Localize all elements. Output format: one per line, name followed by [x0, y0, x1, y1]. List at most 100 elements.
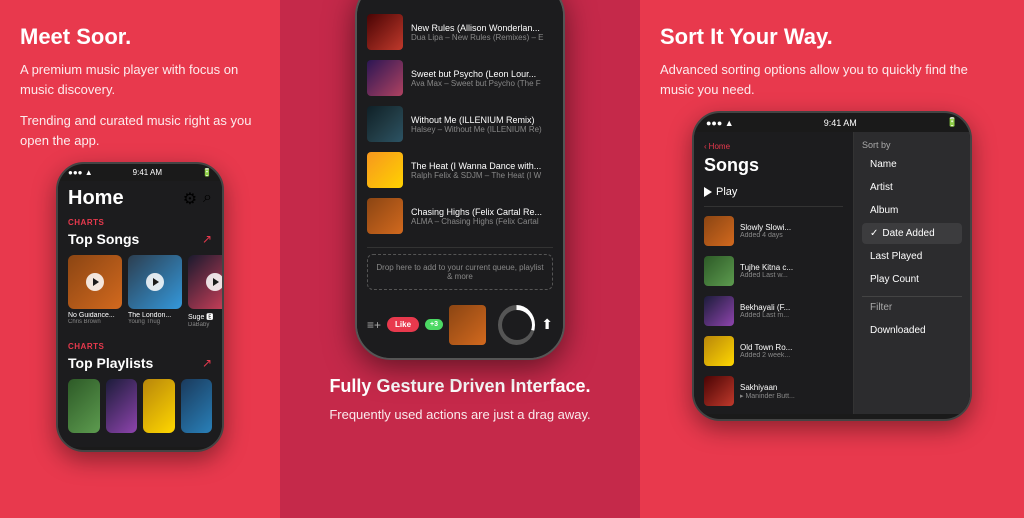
right-divider: [704, 206, 843, 207]
filter-label: Filter: [870, 302, 892, 313]
song-sub: Added Last m...: [740, 312, 843, 319]
gesture-headline: Fully Gesture Driven Interface.: [329, 376, 590, 397]
sort-option-name[interactable]: Name: [862, 154, 962, 175]
list-item[interactable]: Chasing Highs (Felix Cartal Re... ALMA –…: [357, 193, 563, 239]
song-name: The London...: [128, 312, 182, 319]
left-top-playlists-title: Top Playlists: [68, 355, 153, 371]
left-song-cards: No Guidance... Chris Brown The London...…: [58, 249, 222, 334]
sort-option-label: Name: [870, 159, 897, 170]
left-header-icons: ⚙ ⌕: [183, 189, 212, 209]
list-item[interactable]: Tujhe Kitna c... Added Last w...: [694, 251, 853, 291]
list-item[interactable]: Bekhayali (F... Added Last m...: [694, 291, 853, 331]
mid-phone-screen: ●●● ▲ 9:41 AM 🔋 New Rules (Allison Wonde…: [357, 0, 563, 358]
song-title: Old Town Ro...: [740, 343, 843, 352]
sort-option-label: Play Count: [870, 274, 919, 285]
songs-title: Songs: [704, 155, 843, 176]
drop-zone[interactable]: Drop here to add to your current queue, …: [367, 254, 553, 290]
left-status-bar: ●●● ▲ 9:41 AM 🔋: [58, 164, 222, 181]
song-artist: ALMA – Chasing Highs (Felix Cartal: [411, 217, 553, 226]
song-name: No Guidance...: [68, 312, 122, 319]
list-item[interactable]: Suge 🅴 DaBaby: [188, 255, 222, 328]
list-item[interactable]: Slowly Slowi... Added 4 days: [694, 211, 853, 251]
sort-menu-column: Sort by Name Artist Album ✓: [854, 132, 970, 414]
right-phone-mockup: ●●● ▲ 9:41 AM 🔋 ‹ Home Songs: [692, 111, 972, 421]
list-item[interactable]: Sakhiyaan ▸ Maninder Butt...: [694, 371, 853, 411]
song-artist: DaBaby: [188, 322, 222, 328]
play-button[interactable]: [86, 273, 104, 291]
song-thumbnail: [367, 14, 403, 50]
sort-option-play-count[interactable]: Play Count: [862, 269, 962, 290]
play-label: Play: [716, 186, 737, 198]
trending-icon2: ↗: [202, 356, 212, 370]
sort-option-album[interactable]: Album: [862, 200, 962, 221]
list-item[interactable]: The Heat (I Wanna Dance with... Ralph Fe…: [357, 147, 563, 193]
sort-options-list: Name Artist Album ✓ Date Added: [862, 154, 962, 341]
sort-option-label: Date Added: [882, 228, 934, 239]
progress-inner: [502, 310, 532, 340]
like-button[interactable]: Like: [387, 317, 419, 332]
song-info: Without Me (ILLENIUM Remix) Halsey – Wit…: [411, 115, 553, 134]
gesture-text-area: Fully Gesture Driven Interface. Frequent…: [305, 360, 614, 433]
right-headline: Sort It Your Way.: [660, 24, 1004, 50]
sort-option-last-played[interactable]: Last Played: [862, 246, 962, 267]
right-subtitle: Advanced sorting options allow you to qu…: [660, 60, 1004, 99]
list-item[interactable]: [68, 379, 100, 433]
mid-player-controls: ≡+ Like +3 Chasing Highs (Felix Cartal R…: [357, 296, 563, 353]
trending-icon: ↗: [202, 232, 212, 246]
left-phone-header: Home ⚙ ⌕: [58, 181, 222, 216]
song-info: The Heat (I Wanna Dance with... Ralph Fe…: [411, 161, 553, 180]
song-thumbnail: [367, 60, 403, 96]
song-artist: Chris Brown: [68, 319, 122, 325]
settings-icon[interactable]: ⚙: [183, 189, 197, 209]
right-time: 9:41 AM: [824, 118, 857, 128]
song-title: Sakhiyaan: [740, 383, 843, 392]
sort-option-date-added[interactable]: ✓ Date Added: [862, 223, 962, 244]
play-button[interactable]: [206, 273, 222, 291]
play-button[interactable]: [146, 273, 164, 291]
sort-option-downloaded[interactable]: Downloaded: [862, 320, 962, 341]
list-item[interactable]: New Rules (Allison Wonderlan... Dua Lipa…: [357, 9, 563, 55]
middle-panel: ●●● ▲ 9:41 AM 🔋 New Rules (Allison Wonde…: [280, 0, 640, 518]
right-phone-container: ●●● ▲ 9:41 AM 🔋 ‹ Home Songs: [660, 111, 1004, 421]
song-thumbnail: [367, 106, 403, 142]
song-info: Sakhiyaan ▸ Maninder Butt...: [740, 383, 843, 400]
left-phone-mockup: ●●● ▲ 9:41 AM 🔋 Home ⚙ ⌕ CHARTS Top Song…: [56, 162, 224, 452]
song-name: Suge 🅴: [188, 312, 222, 322]
sort-option-label: Last Played: [870, 251, 922, 262]
sort-option-artist[interactable]: Artist: [862, 177, 962, 198]
list-item[interactable]: [143, 379, 175, 433]
list-item[interactable]: Sweet but Psycho (Leon Lour... Ava Max –…: [357, 55, 563, 101]
song-title: The Heat (I Wanna Dance with...: [411, 161, 553, 171]
song-thumbnail: [367, 152, 403, 188]
song-info: Tujhe Kitna c... Added Last w...: [740, 263, 843, 279]
list-item[interactable]: [106, 379, 138, 433]
sort-option-label: Album: [870, 205, 898, 216]
song-artist: Ralph Felix & SDJM – The Heat (I W: [411, 171, 553, 180]
songs-items-list: Slowly Slowi... Added 4 days Tujhe Kitna…: [694, 211, 853, 411]
song-sub: Added 4 days: [740, 232, 843, 239]
mid-divider: [367, 247, 553, 248]
search-icon[interactable]: ⌕: [203, 189, 212, 209]
share-button[interactable]: ⬆: [541, 316, 553, 333]
list-item[interactable]: The London... Young Thug: [128, 255, 182, 328]
right-screen: ‹ Home Songs Play Slow: [694, 132, 970, 414]
sort-option-label: Artist: [870, 182, 893, 193]
list-item[interactable]: [181, 379, 213, 433]
filter-divider: Filter: [862, 296, 962, 318]
progress-ring: [498, 305, 535, 345]
left-phone-screen: Home ⚙ ⌕ CHARTS Top Songs ↗ No: [58, 181, 222, 447]
list-item[interactable]: Without Me (ILLENIUM Remix) Halsey – Wit…: [357, 101, 563, 147]
song-thumbnail: [704, 256, 734, 286]
song-thumbnail: [704, 376, 734, 406]
back-button[interactable]: ‹ Home: [704, 142, 843, 151]
list-item[interactable]: Old Town Ro... Added 2 week...: [694, 331, 853, 371]
left-top-playlists-header: Top Playlists ↗: [58, 353, 222, 373]
left-time: 9:41 AM: [133, 168, 162, 177]
playlist-cards: [58, 373, 222, 439]
list-item[interactable]: No Guidance... Chris Brown: [68, 255, 122, 328]
right-signal-icon: ●●● ▲: [706, 118, 734, 128]
play-row[interactable]: Play: [694, 182, 853, 202]
left-home-title: Home: [68, 187, 124, 210]
queue-icon[interactable]: ≡+: [367, 318, 381, 332]
drop-zone-text: Drop here to add to your current queue, …: [376, 263, 543, 281]
